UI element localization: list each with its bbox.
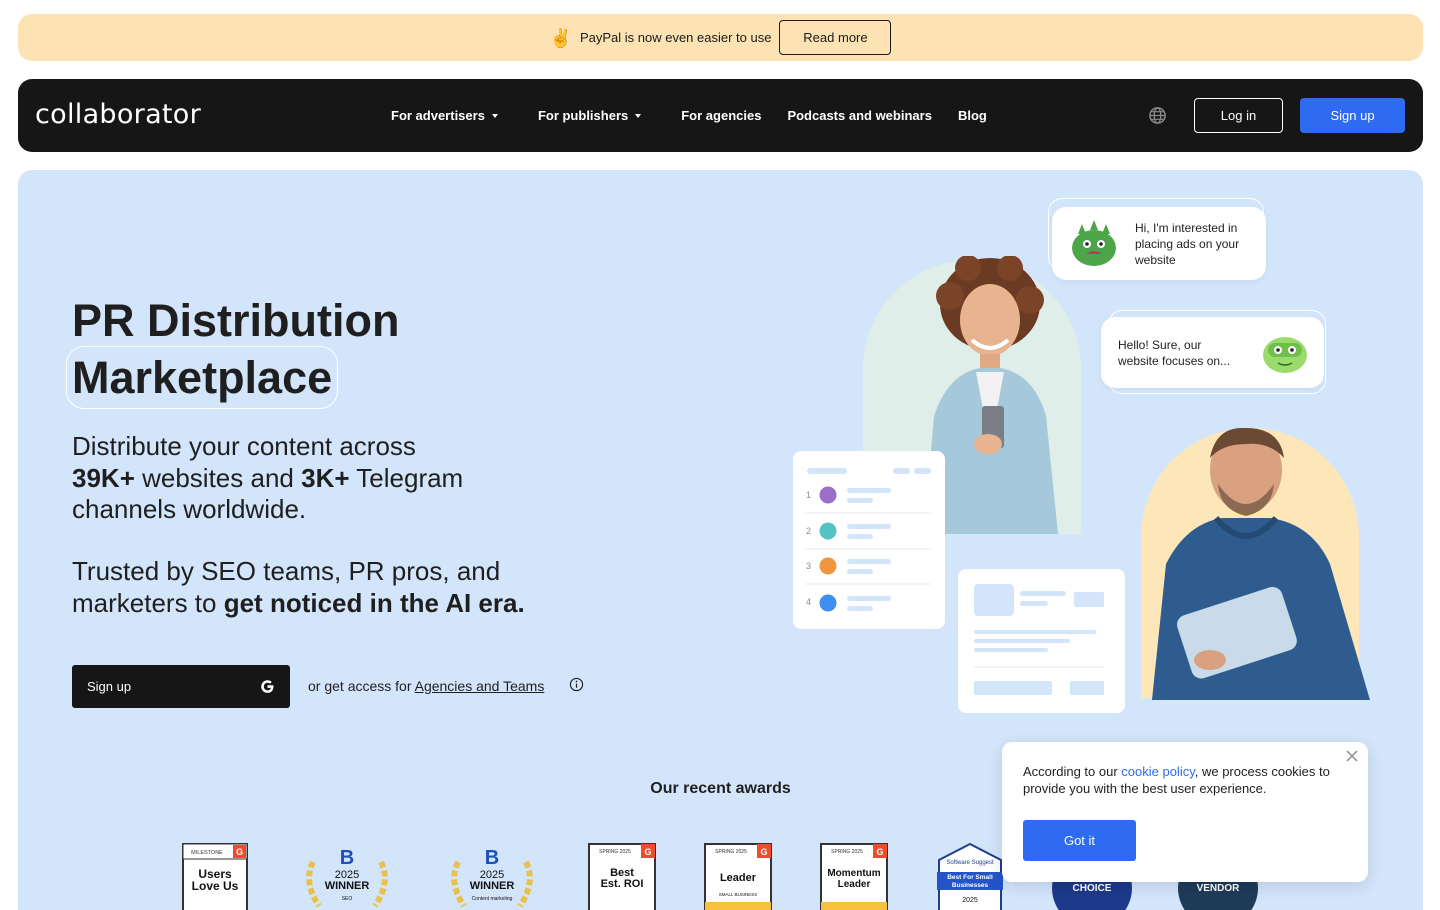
- svg-text:WINNER: WINNER: [325, 880, 370, 892]
- svg-text:G: G: [236, 847, 243, 857]
- logo-text: collaborator: [35, 99, 202, 130]
- svg-text:Best For Small: Best For Small: [947, 874, 993, 881]
- ranking-row: 2: [805, 522, 931, 550]
- title-line2: Marketplace: [65, 346, 339, 409]
- ranking-row: 3: [805, 557, 931, 585]
- nav-podcasts-webinars[interactable]: Podcasts and webinars: [787, 108, 932, 123]
- telegram-count: 3K+: [301, 462, 350, 493]
- svg-text:SPRING 2025: SPRING 2025: [831, 849, 863, 855]
- hero-sub-end: Telegram: [349, 462, 464, 493]
- robot-avatar-icon: [1263, 337, 1307, 373]
- top-navigation: collaborator For advertisers For publish…: [18, 79, 1423, 152]
- access-text: or get access for Agencies and Teams: [308, 678, 544, 694]
- nav-blog[interactable]: Blog: [958, 108, 987, 123]
- man-illustration: [1152, 428, 1370, 700]
- chat-bubble-2: Hello! Sure, our website focuses on...: [1101, 317, 1324, 388]
- promo-banner: ✌️ PayPal is now even easier to use Read…: [18, 14, 1423, 61]
- svg-text:Leader: Leader: [838, 879, 871, 890]
- signup-button-hero[interactable]: Sign up: [72, 665, 290, 708]
- svg-text:SEO: SEO: [342, 896, 353, 902]
- login-button[interactable]: Log in: [1194, 98, 1283, 133]
- svg-text:G: G: [760, 847, 767, 857]
- svg-text:Content marketing: Content marketing: [472, 896, 513, 902]
- svg-text:B: B: [340, 847, 354, 869]
- close-icon[interactable]: [1345, 749, 1359, 763]
- hero-sub-mid: websites and: [134, 462, 302, 493]
- svg-text:2025: 2025: [962, 897, 978, 904]
- svg-text:4: 4: [806, 597, 811, 607]
- hero-trust-text: Trusted by SEO teams, PR pros, and marke…: [72, 556, 572, 619]
- svg-text:G: G: [876, 847, 883, 857]
- nav-link-label: Podcasts and webinars: [787, 108, 932, 123]
- ranking-card-graphic: 1 2 3 4: [805, 468, 931, 612]
- svg-text:2: 2: [806, 526, 811, 536]
- nav-for-agencies[interactable]: For agencies: [681, 108, 761, 123]
- read-more-button[interactable]: Read more: [779, 20, 892, 55]
- hero-description: Distribute your content across 39K+ webs…: [72, 431, 552, 526]
- globe-icon[interactable]: [1148, 106, 1167, 125]
- svg-text:Businesses: Businesses: [952, 882, 989, 889]
- promo-text: PayPal is now even easier to use: [579, 30, 772, 45]
- svg-text:SMALL BUSINESS: SMALL BUSINESS: [719, 892, 758, 897]
- nav-link-label: For agencies: [681, 108, 762, 123]
- title-line1: PR Distribution: [72, 295, 400, 346]
- article-card-graphic: [974, 584, 1104, 695]
- svg-text:CHOICE: CHOICE: [1073, 883, 1112, 894]
- websites-count: 39K+: [72, 462, 135, 493]
- svg-text:3: 3: [806, 561, 811, 571]
- trust-bold: get noticed in the AI era.: [223, 587, 525, 618]
- got-it-button[interactable]: Got it: [1023, 820, 1136, 861]
- victory-hand-icon: ✌️: [549, 27, 572, 48]
- nav-link-label: For publishers: [537, 108, 629, 123]
- agencies-teams-link[interactable]: Agencies and Teams: [415, 678, 545, 694]
- cookie-text: According to our cookie policy, we proce…: [1023, 763, 1348, 797]
- collaborator-logo[interactable]: collaborator: [35, 99, 201, 130]
- article-card: [958, 569, 1125, 713]
- access-prefix: or get access for: [308, 678, 415, 694]
- ranking-card: 1 2 3 4: [793, 451, 945, 629]
- nav-for-advertisers[interactable]: For advertisers: [391, 108, 498, 123]
- signup-label: Sign up: [87, 679, 132, 694]
- svg-text:MILESTONE: MILESTONE: [191, 850, 223, 856]
- google-icon: [261, 680, 274, 693]
- nav-link-label: Blog: [957, 108, 987, 123]
- hero-sub-c: channels worldwide.: [72, 494, 307, 524]
- monster-avatar-icon: [1072, 220, 1116, 266]
- chat-text-1: Hi, I'm interested in placing ads on you…: [1135, 220, 1240, 267]
- chevron-down-icon: [491, 113, 498, 118]
- ranking-row: 4: [806, 594, 891, 612]
- svg-text:VENDOR: VENDOR: [1197, 883, 1241, 894]
- page-title: PR Distribution Marketplace: [65, 292, 400, 409]
- svg-text:Software Suggest: Software Suggest: [946, 860, 994, 866]
- svg-text:G: G: [644, 847, 651, 857]
- cookie-policy-link[interactable]: cookie policy: [1121, 764, 1194, 779]
- svg-text:Est. ROI: Est. ROI: [601, 878, 644, 890]
- svg-text:Momentum: Momentum: [827, 868, 880, 879]
- nav-link-label: For advertisers: [391, 108, 485, 123]
- info-icon[interactable]: [569, 677, 584, 692]
- signup-button-nav[interactable]: Sign up: [1300, 98, 1405, 133]
- svg-text:B: B: [485, 847, 499, 869]
- trust-a: Trusted by SEO teams, PR pros, and: [72, 556, 501, 586]
- nav-links: For advertisers For publishers For agenc…: [391, 79, 1013, 152]
- hero-sub-a: Distribute your content across: [72, 431, 416, 461]
- svg-text:1: 1: [806, 490, 811, 500]
- ranking-row: 1: [805, 486, 931, 514]
- svg-text:SPRING 2025: SPRING 2025: [599, 849, 631, 855]
- nav-for-publishers[interactable]: For publishers: [537, 108, 642, 123]
- chat-text-2: Hello! Sure, our website focuses on...: [1118, 337, 1231, 368]
- svg-text:SPRING 2025: SPRING 2025: [715, 849, 747, 855]
- svg-text:Leader: Leader: [720, 872, 757, 884]
- chat-bubble-1: Hi, I'm interested in placing ads on you…: [1052, 207, 1266, 280]
- cookie-consent-dialog: According to our cookie policy, we proce…: [1002, 742, 1368, 882]
- svg-text:WINNER: WINNER: [470, 880, 515, 892]
- cookie-text-a: According to our: [1023, 764, 1122, 779]
- chevron-down-icon: [635, 113, 642, 118]
- svg-text:Love Us: Love Us: [192, 879, 239, 893]
- trust-b: marketers to: [72, 587, 224, 618]
